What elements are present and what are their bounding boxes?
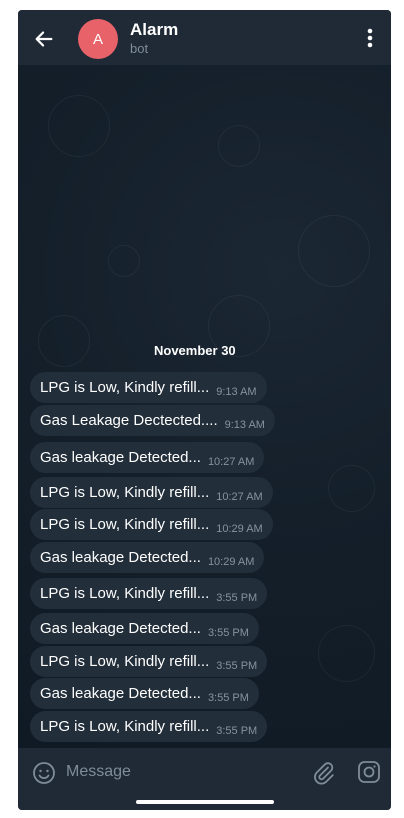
- message-bubble[interactable]: LPG is Low, Kindly refill... 3:55 PM: [30, 711, 268, 742]
- message-bubble[interactable]: Gas leakage Detected... 10:29 AM: [30, 542, 265, 573]
- message-text: Gas Leakage Dectected....: [40, 412, 218, 429]
- message-text: LPG is Low, Kindly refill...: [40, 484, 210, 501]
- home-indicator[interactable]: [136, 800, 274, 804]
- chat-header: A Alarm bot: [18, 10, 391, 65]
- message-composer: Message: [18, 748, 391, 798]
- arrow-left-icon[interactable]: [33, 28, 55, 50]
- message-time: 9:13 AM: [216, 385, 257, 398]
- message-text: Gas leakage Detected...: [40, 549, 201, 566]
- message-text: Gas leakage Detected...: [40, 449, 201, 466]
- message-time: 10:27 AM: [207, 455, 255, 468]
- paperclip-icon[interactable]: [311, 760, 335, 786]
- message-bubble[interactable]: Gas leakage Detected... 3:55 PM: [30, 678, 259, 709]
- message-bubble[interactable]: LPG is Low, Kindly refill... 3:55 PM: [30, 578, 268, 609]
- avatar-letter: A: [92, 30, 103, 48]
- message-time: 3:55 PM: [216, 659, 258, 672]
- message-text: LPG is Low, Kindly refill...: [40, 585, 210, 602]
- emoji-icon[interactable]: [32, 761, 56, 785]
- telegram-chat-screen: A Alarm bot November 30 LPG is Low, Kind…: [18, 10, 391, 810]
- instagram-camera-icon[interactable]: [357, 760, 381, 784]
- message-text: LPG is Low, Kindly refill...: [40, 653, 210, 670]
- message-time: 9:13 AM: [224, 418, 265, 431]
- date-separator: November 30: [154, 343, 236, 358]
- message-text: LPG is Low, Kindly refill...: [40, 718, 210, 735]
- message-bubble[interactable]: LPG is Low, Kindly refill... 10:27 AM: [30, 477, 273, 508]
- more-vertical-icon[interactable]: [359, 26, 381, 50]
- message-text: Gas leakage Detected...: [40, 620, 201, 637]
- message-time: 3:55 PM: [207, 626, 249, 639]
- message-time: 10:29 AM: [216, 522, 263, 535]
- message-text: Gas leakage Detected...: [40, 685, 201, 702]
- message-time: 3:55 PM: [216, 724, 258, 737]
- message-text: LPG is Low, Kindly refill...: [40, 379, 210, 396]
- avatar[interactable]: A: [78, 19, 118, 59]
- chat-title[interactable]: Alarm: [130, 20, 178, 40]
- message-time: 3:55 PM: [216, 591, 258, 604]
- message-bubble[interactable]: Gas Leakage Dectected.... 9:13 AM: [30, 405, 275, 436]
- message-bubble[interactable]: Gas leakage Detected... 3:55 PM: [30, 613, 259, 644]
- message-time: 10:27 AM: [216, 490, 263, 503]
- message-time: 3:55 PM: [207, 691, 249, 704]
- chat-subtitle: bot: [130, 41, 149, 56]
- message-bubble[interactable]: LPG is Low, Kindly refill... 3:55 PM: [30, 646, 268, 677]
- message-bubble[interactable]: LPG is Low, Kindly refill... 10:29 AM: [30, 509, 273, 540]
- message-text: LPG is Low, Kindly refill...: [40, 516, 210, 533]
- message-input[interactable]: Message: [66, 763, 131, 781]
- message-bubble[interactable]: LPG is Low, Kindly refill... 9:13 AM: [30, 372, 267, 403]
- message-bubble[interactable]: Gas leakage Detected... 10:27 AM: [30, 442, 265, 473]
- message-time: 10:29 AM: [207, 555, 255, 568]
